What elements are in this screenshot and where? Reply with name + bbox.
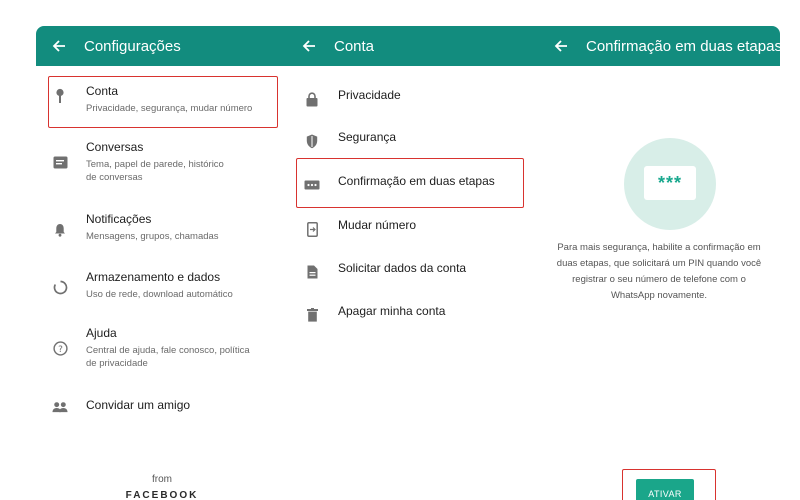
settings-item-title: Notificações xyxy=(86,212,152,226)
page-title: Confirmação em duas etapas xyxy=(586,37,782,55)
settings-item-title: Conta xyxy=(86,84,119,98)
account-item-label: Privacidade xyxy=(338,88,401,102)
screenshot-collage: Configurações Conta Confirmação em duas … xyxy=(36,26,782,500)
bell-icon xyxy=(52,222,68,238)
data-usage-icon xyxy=(52,279,68,295)
account-item-label: Apagar minha conta xyxy=(338,304,446,318)
settings-item-subtitle: Uso de rede, download automático xyxy=(86,289,233,300)
settings-header: Configurações xyxy=(48,26,181,66)
shield-icon xyxy=(304,133,320,149)
settings-item-chats[interactable]: Conversas Tema, papel de parede, históri… xyxy=(36,140,288,192)
svg-text:?: ? xyxy=(58,345,63,355)
settings-item-subtitle: Tema, papel de parede, histórico de conv… xyxy=(86,159,224,183)
settings-item-subtitle: Privacidade, segurança, mudar número xyxy=(86,103,253,114)
account-item-label: Confirmação em duas etapas xyxy=(338,174,495,188)
settings-item-title: Convidar um amigo xyxy=(86,398,191,412)
account-item-two-step[interactable]: Confirmação em duas etapas xyxy=(288,174,538,196)
page-title: Configurações xyxy=(84,37,181,55)
back-arrow-icon[interactable] xyxy=(298,35,320,57)
settings-item-subtitle: Mensagens, grupos, chamadas xyxy=(86,231,219,242)
two-step-header: Confirmação em duas etapas xyxy=(550,26,782,66)
settings-item-account[interactable]: Conta Privacidade, segurança, mudar núme… xyxy=(36,84,288,124)
lock-icon xyxy=(304,91,320,107)
back-arrow-icon[interactable] xyxy=(550,35,572,57)
trash-icon xyxy=(304,307,320,323)
back-arrow-icon[interactable] xyxy=(48,35,70,57)
facebook-logo: FACEBOOK xyxy=(125,490,199,500)
settings-item-help[interactable]: ? Ajuda Central de ajuda, fale conosco, … xyxy=(36,326,288,378)
settings-item-title: Armazenamento e dados xyxy=(86,270,221,284)
footer-from: from xyxy=(152,474,172,485)
key-icon xyxy=(52,88,68,104)
account-item-request-data[interactable]: Solicitar dados da conta xyxy=(288,261,538,283)
phone-change-icon xyxy=(304,221,320,237)
page-title: Conta xyxy=(334,37,375,55)
account-item-label: Mudar número xyxy=(338,218,417,232)
pin-illustration: *** xyxy=(624,138,716,230)
chat-icon xyxy=(52,154,68,170)
account-header: Conta xyxy=(298,26,374,66)
account-item-delete[interactable]: Apagar minha conta xyxy=(288,304,538,326)
help-icon: ? xyxy=(52,340,68,356)
document-icon xyxy=(304,264,320,280)
settings-panel: Conta Privacidade, segurança, mudar núme… xyxy=(36,66,288,500)
settings-item-title: Ajuda xyxy=(86,326,117,340)
account-item-label: Solicitar dados da conta xyxy=(338,261,467,275)
settings-item-invite[interactable]: Convidar um amigo xyxy=(36,398,288,420)
account-item-privacy[interactable]: Privacidade xyxy=(288,88,538,110)
two-step-description: Para mais segurança, habilite a confirma… xyxy=(556,242,762,301)
people-icon xyxy=(52,399,68,415)
two-step-panel: *** Para mais segurança, habilite a conf… xyxy=(538,66,780,500)
account-item-change-number[interactable]: Mudar número xyxy=(288,218,538,240)
top-app-bar: Configurações Conta Confirmação em duas … xyxy=(36,26,782,66)
activate-button[interactable]: ATIVAR xyxy=(636,479,694,500)
pin-mask: *** xyxy=(644,166,696,200)
account-panel: Privacidade Segurança Confirmação em dua… xyxy=(288,66,538,494)
settings-item-storage[interactable]: Armazenamento e dados Uso de rede, downl… xyxy=(36,270,288,306)
settings-item-subtitle: Central de ajuda, fale conosco, política… xyxy=(86,345,250,369)
dots-icon xyxy=(304,177,320,193)
settings-item-notifications[interactable]: Notificações Mensagens, grupos, chamadas xyxy=(36,212,288,248)
account-item-security[interactable]: Segurança xyxy=(288,130,538,152)
settings-item-title: Conversas xyxy=(86,140,144,154)
account-item-label: Segurança xyxy=(338,130,397,144)
